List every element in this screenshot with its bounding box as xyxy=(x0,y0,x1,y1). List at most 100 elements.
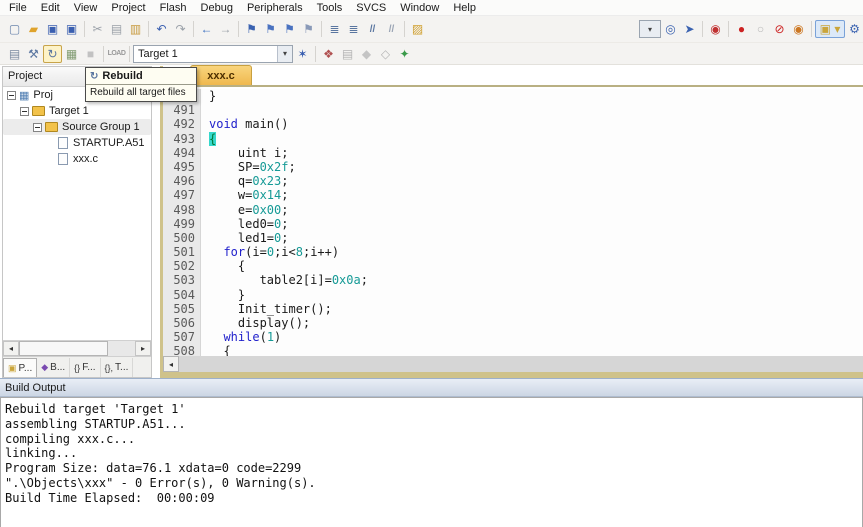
scroll-left-icon[interactable]: ◂ xyxy=(3,341,19,356)
paste-icon[interactable]: ▥ xyxy=(126,20,145,38)
code-line: 501 for(i=0;i<8;i++) xyxy=(163,245,863,259)
redo-icon[interactable]: ↷ xyxy=(171,20,190,38)
line-number: 492 xyxy=(163,117,201,131)
build-icon[interactable]: ⚒ xyxy=(24,45,43,63)
bookmark-prev-icon[interactable]: ⚑ xyxy=(261,20,280,38)
tree-item-target-1[interactable]: Target 1 xyxy=(3,103,151,119)
menu-peripherals[interactable]: Peripherals xyxy=(240,1,310,15)
tab-xxx-c[interactable]: xxx.c xyxy=(190,65,252,85)
editor-horizontal-scrollbar[interactable]: ◂ xyxy=(163,356,863,372)
indent-icon[interactable]: ≣ xyxy=(344,20,363,38)
bookmark-next-icon[interactable]: ⚑ xyxy=(280,20,299,38)
code-line: 502 { xyxy=(163,259,863,273)
collapse-expander-icon[interactable] xyxy=(7,91,16,100)
move-up-icon[interactable]: ◆ xyxy=(357,45,376,63)
tree-item-source-group-1[interactable]: Source Group 1 xyxy=(3,119,151,135)
cut-icon[interactable]: ✂ xyxy=(88,20,107,38)
line-number: 502 xyxy=(163,259,201,273)
tree-item-xxx-c[interactable]: xxx.c xyxy=(3,151,151,167)
editor-window: xxx.c 490}491492void main()493{494 uint … xyxy=(160,66,863,378)
open-folder-icon[interactable]: ▰ xyxy=(24,20,43,38)
move-down-icon[interactable]: ◇ xyxy=(376,45,395,63)
menu-svcs[interactable]: SVCS xyxy=(349,1,393,15)
scrollbar-thumb[interactable] xyxy=(19,341,108,356)
project-horizontal-scrollbar[interactable]: ◂ ▸ xyxy=(3,340,151,356)
menu-tools[interactable]: Tools xyxy=(310,1,350,15)
batch-build-icon[interactable]: ▦ xyxy=(62,45,81,63)
scroll-left-icon[interactable]: ◂ xyxy=(163,356,179,372)
collapse-expander-icon[interactable] xyxy=(20,107,29,116)
panel-tab-books-icon: ◆ xyxy=(41,362,48,373)
scrollbar-track[interactable] xyxy=(179,356,863,372)
scroll-right-icon[interactable]: ▸ xyxy=(135,341,151,356)
code-line: 504 } xyxy=(163,288,863,302)
code-line: 492void main() xyxy=(163,117,863,131)
collapse-expander-icon[interactable] xyxy=(33,123,42,132)
navigate-forward-icon[interactable]: → xyxy=(216,20,235,38)
window-layout-icon[interactable]: ▣ ▾ xyxy=(815,20,845,38)
code-text: q=0x23; xyxy=(201,174,289,188)
tree-item-label: STARTUP.A51 xyxy=(73,137,145,149)
new-file-icon[interactable]: ▢ xyxy=(5,20,24,38)
code-editor[interactable]: 490}491492void main()493{494 uint i;495 … xyxy=(163,89,863,356)
menu-file[interactable]: File xyxy=(2,1,34,15)
edit-config-icon[interactable]: ▨ xyxy=(408,20,427,38)
menu-window[interactable]: Window xyxy=(393,1,446,15)
run-to-cursor-icon[interactable]: ➤ xyxy=(680,20,699,38)
target-select[interactable]: Target 1▾ xyxy=(133,45,293,63)
save-icon[interactable]: ▣ xyxy=(43,20,62,38)
stop-build-icon[interactable]: ■ xyxy=(81,45,100,63)
breakpoint-toggle-icon[interactable]: ● xyxy=(732,20,751,38)
undo-icon[interactable]: ↶ xyxy=(152,20,171,38)
navigate-back-icon[interactable]: ← xyxy=(197,20,216,38)
options-for-target-icon[interactable]: ✶ xyxy=(293,45,312,63)
manage-project-items-icon[interactable]: ❖ xyxy=(319,45,338,63)
find-in-files-icon[interactable]: ◎ xyxy=(661,20,680,38)
panel-tab-books-label: B... xyxy=(50,362,65,373)
tree-item-startup-a51[interactable]: STARTUP.A51 xyxy=(3,135,151,151)
project-tree: ▦ProjTarget 1Source Group 1STARTUP.A51xx… xyxy=(3,87,151,340)
uncomment-selection-icon[interactable]: // xyxy=(382,20,401,38)
doc-combo[interactable]: ▾ xyxy=(639,20,661,38)
menu-debug[interactable]: Debug xyxy=(194,1,240,15)
code-text: } xyxy=(201,288,245,302)
breakpoint-disable-icon[interactable]: ○ xyxy=(751,20,770,38)
translate-file-icon[interactable]: ▤ xyxy=(5,45,24,63)
unindent-icon[interactable]: ≣ xyxy=(325,20,344,38)
debug-magnifier-icon[interactable]: ◉ xyxy=(706,20,725,38)
menu-flash[interactable]: Flash xyxy=(153,1,194,15)
breakpoint-kill-all-icon[interactable]: ⊘ xyxy=(770,20,789,38)
build-output-line: ".\Objects\xxx" - 0 Error(s), 0 Warning(… xyxy=(5,476,858,491)
save-all-icon[interactable]: ▣ xyxy=(62,20,81,38)
breakpoint-enable-all-icon[interactable]: ◉ xyxy=(789,20,808,38)
menu-view[interactable]: View xyxy=(67,1,105,15)
panel-tab-books[interactable]: ◆B... xyxy=(37,358,70,377)
download-load-icon[interactable]: LOAD xyxy=(107,45,126,63)
tooltip-title: Rebuild xyxy=(102,70,142,82)
scrollbar-track[interactable] xyxy=(108,341,135,356)
rebuild-icon[interactable]: ↻ xyxy=(43,45,62,63)
pack-installer-icon[interactable]: ✦ xyxy=(395,45,414,63)
chevron-down-icon[interactable]: ▾ xyxy=(277,46,292,62)
configure-wrench-icon[interactable]: ⚙ xyxy=(845,20,863,38)
menu-edit[interactable]: Edit xyxy=(34,1,67,15)
code-line: 503 table2[i]=0x0a; xyxy=(163,273,863,287)
panel-tab-templates[interactable]: {},T... xyxy=(101,358,134,377)
panel-tab-functions-label: F... xyxy=(82,362,95,373)
copy-icon[interactable]: ▤ xyxy=(107,20,126,38)
menu-project[interactable]: Project xyxy=(104,1,152,15)
build-output-log[interactable]: Rebuild target 'Target 1'assembling STAR… xyxy=(0,397,863,527)
code-text: void main() xyxy=(201,117,288,131)
toolbar-separator xyxy=(702,21,703,37)
menu-help[interactable]: Help xyxy=(446,1,483,15)
panel-tab-functions[interactable]: {}F... xyxy=(70,358,100,377)
tree-item-label: Proj xyxy=(33,89,53,101)
file-extensions-icon[interactable]: ▤ xyxy=(338,45,357,63)
toolbar-separator xyxy=(148,21,149,37)
code-line: 505 Init_timer(); xyxy=(163,302,863,316)
comment-selection-icon[interactable]: // xyxy=(363,20,382,38)
panel-tab-project[interactable]: ▣P... xyxy=(3,358,37,377)
bookmark-clear-all-icon[interactable]: ⚑ xyxy=(299,20,318,38)
bookmark-toggle-icon[interactable]: ⚑ xyxy=(242,20,261,38)
chevron-down-icon[interactable]: ▾ xyxy=(640,21,660,37)
